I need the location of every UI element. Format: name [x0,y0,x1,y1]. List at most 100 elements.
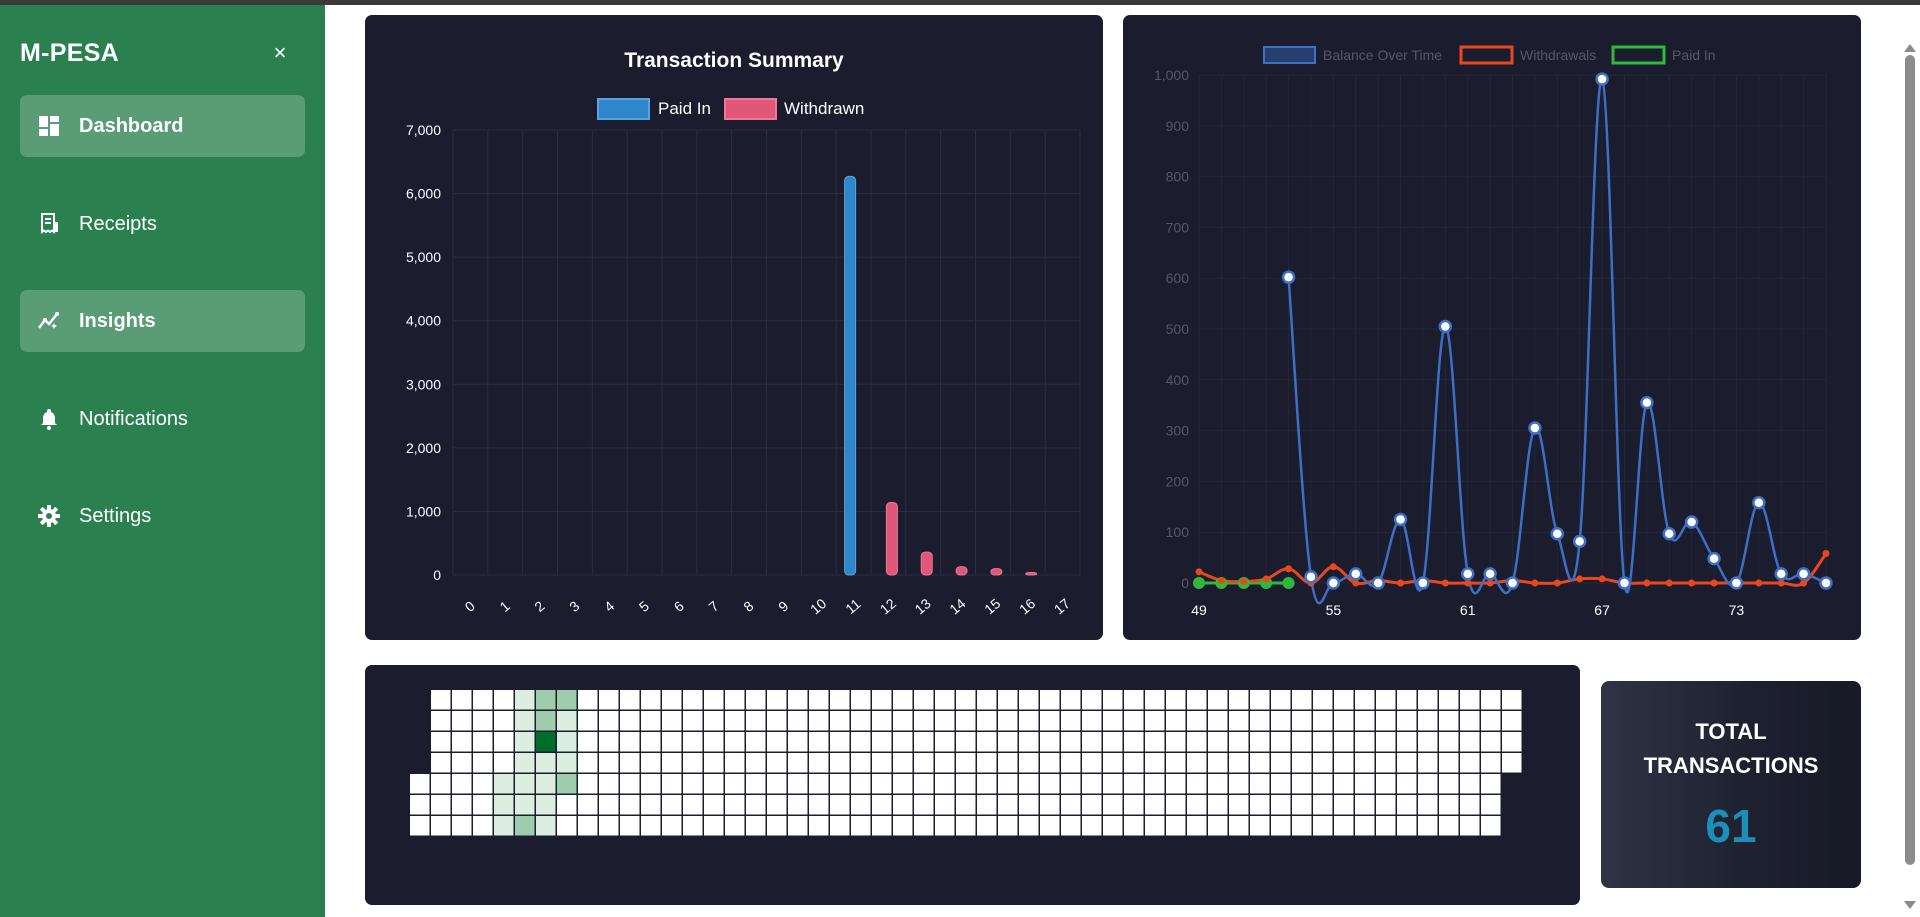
legend-swatch-paid-in[interactable] [597,98,650,120]
heatmap-cell[interactable] [641,732,661,752]
heatmap-cell[interactable] [1166,816,1186,836]
heatmap-cell[interactable] [1208,690,1228,710]
heatmap-cell[interactable] [1271,690,1291,710]
point-balance-over-time[interactable] [1505,576,1520,590]
heatmap-cell[interactable] [641,774,661,794]
heatmap-cell[interactable] [1439,732,1459,752]
heatmap-cell[interactable] [1355,774,1375,794]
heatmap-cell[interactable] [1397,732,1417,752]
heatmap-cell[interactable] [1502,732,1522,752]
heatmap-cell[interactable] [1187,711,1207,731]
heatmap-cell[interactable] [893,690,913,710]
heatmap-cell[interactable] [893,753,913,773]
heatmap-cell[interactable] [1019,816,1039,836]
point-balance-over-time[interactable] [1729,576,1744,590]
point-balance-over-time[interactable] [1416,576,1430,590]
heatmap-cell[interactable] [1418,753,1438,773]
heatmap-cell[interactable] [1019,795,1039,815]
heatmap-cell[interactable] [452,795,472,815]
heatmap-cell[interactable] [599,795,619,815]
bar-paid-in[interactable] [844,175,857,576]
heatmap-cell[interactable] [893,711,913,731]
heatmap-cell[interactable] [809,795,829,815]
point-paid-in[interactable] [1193,577,1205,589]
heatmap-cell[interactable] [1334,795,1354,815]
heatmap-cell[interactable] [767,795,787,815]
legend-swatch-withdrawn[interactable] [724,98,777,120]
heatmap-cell[interactable] [431,753,451,773]
heatmap-cell[interactable] [620,690,640,710]
heatmap-cell[interactable] [515,753,535,773]
heatmap-cell[interactable] [431,690,451,710]
heatmap-cell[interactable] [725,711,745,731]
heatmap-cell[interactable] [998,711,1018,731]
heatmap-cell[interactable] [998,774,1018,794]
heatmap-cell[interactable] [620,711,640,731]
heatmap-cell[interactable] [956,753,976,773]
heatmap-cell[interactable] [1166,753,1186,773]
heatmap-cell[interactable] [1460,816,1480,836]
heatmap-cell[interactable] [1460,711,1480,731]
heatmap-cell[interactable] [893,774,913,794]
heatmap-cell[interactable] [494,732,514,752]
heatmap-cell[interactable] [1271,711,1291,731]
heatmap-cell[interactable] [1250,753,1270,773]
heatmap-cell[interactable] [1187,732,1207,752]
point-balance-over-time[interactable] [1550,526,1565,541]
heatmap-cell[interactable] [662,795,682,815]
heatmap-cell[interactable] [809,690,829,710]
scroll-up-arrow-icon[interactable] [1904,44,1916,52]
heatmap-cell[interactable] [1145,795,1165,815]
heatmap-cell[interactable] [557,732,577,752]
heatmap-cell[interactable] [578,690,598,710]
heatmap-cell[interactable] [956,795,976,815]
heatmap-cell[interactable] [473,753,493,773]
heatmap-cell[interactable] [1061,795,1081,815]
heatmap-cell[interactable] [1061,816,1081,836]
point-withdrawals[interactable] [1262,575,1270,583]
heatmap-cell[interactable] [767,774,787,794]
heatmap-cell[interactable] [1040,711,1060,731]
heatmap-cell[interactable] [1397,711,1417,731]
heatmap-cell[interactable] [557,774,577,794]
point-balance-over-time[interactable] [1595,72,1609,86]
heatmap-cell[interactable] [1376,732,1396,752]
heatmap-cell[interactable] [662,711,682,731]
heatmap-cell[interactable] [914,690,934,710]
sidebar-item-settings[interactable]: Settings [20,485,305,547]
heatmap-cell[interactable] [1397,753,1417,773]
heatmap-cell[interactable] [473,732,493,752]
heatmap-cell[interactable] [935,774,955,794]
point-withdrawals[interactable] [1217,576,1225,584]
heatmap-cell[interactable] [536,816,556,836]
heatmap-cell[interactable] [725,774,745,794]
point-withdrawals[interactable] [1397,579,1405,587]
heatmap-cell[interactable] [1334,732,1354,752]
heatmap-cell[interactable] [578,795,598,815]
heatmap-cell[interactable] [767,732,787,752]
heatmap-cell[interactable] [599,774,619,794]
heatmap-cell[interactable] [704,816,724,836]
heatmap-cell[interactable] [452,690,472,710]
heatmap-cell[interactable] [809,816,829,836]
heatmap-cell[interactable] [1145,774,1165,794]
heatmap-cell[interactable] [1082,690,1102,710]
heatmap-cell[interactable] [1145,732,1165,752]
heatmap-cell[interactable] [1250,732,1270,752]
heatmap-cell[interactable] [431,774,451,794]
heatmap-cell[interactable] [641,690,661,710]
heatmap-cell[interactable] [557,795,577,815]
heatmap-cell[interactable] [1019,753,1039,773]
heatmap-cell[interactable] [1355,795,1375,815]
heatmap-cell[interactable] [1103,816,1123,836]
heatmap-cell[interactable] [1397,795,1417,815]
heatmap-cell[interactable] [872,795,892,815]
heatmap-cell[interactable] [1166,774,1186,794]
heatmap-cell[interactable] [620,774,640,794]
heatmap-cell[interactable] [1103,732,1123,752]
heatmap-cell[interactable] [788,711,808,731]
heatmap-cell[interactable] [956,711,976,731]
heatmap-cell[interactable] [746,711,766,731]
heatmap-cell[interactable] [1271,816,1291,836]
heatmap-cell[interactable] [1061,753,1081,773]
